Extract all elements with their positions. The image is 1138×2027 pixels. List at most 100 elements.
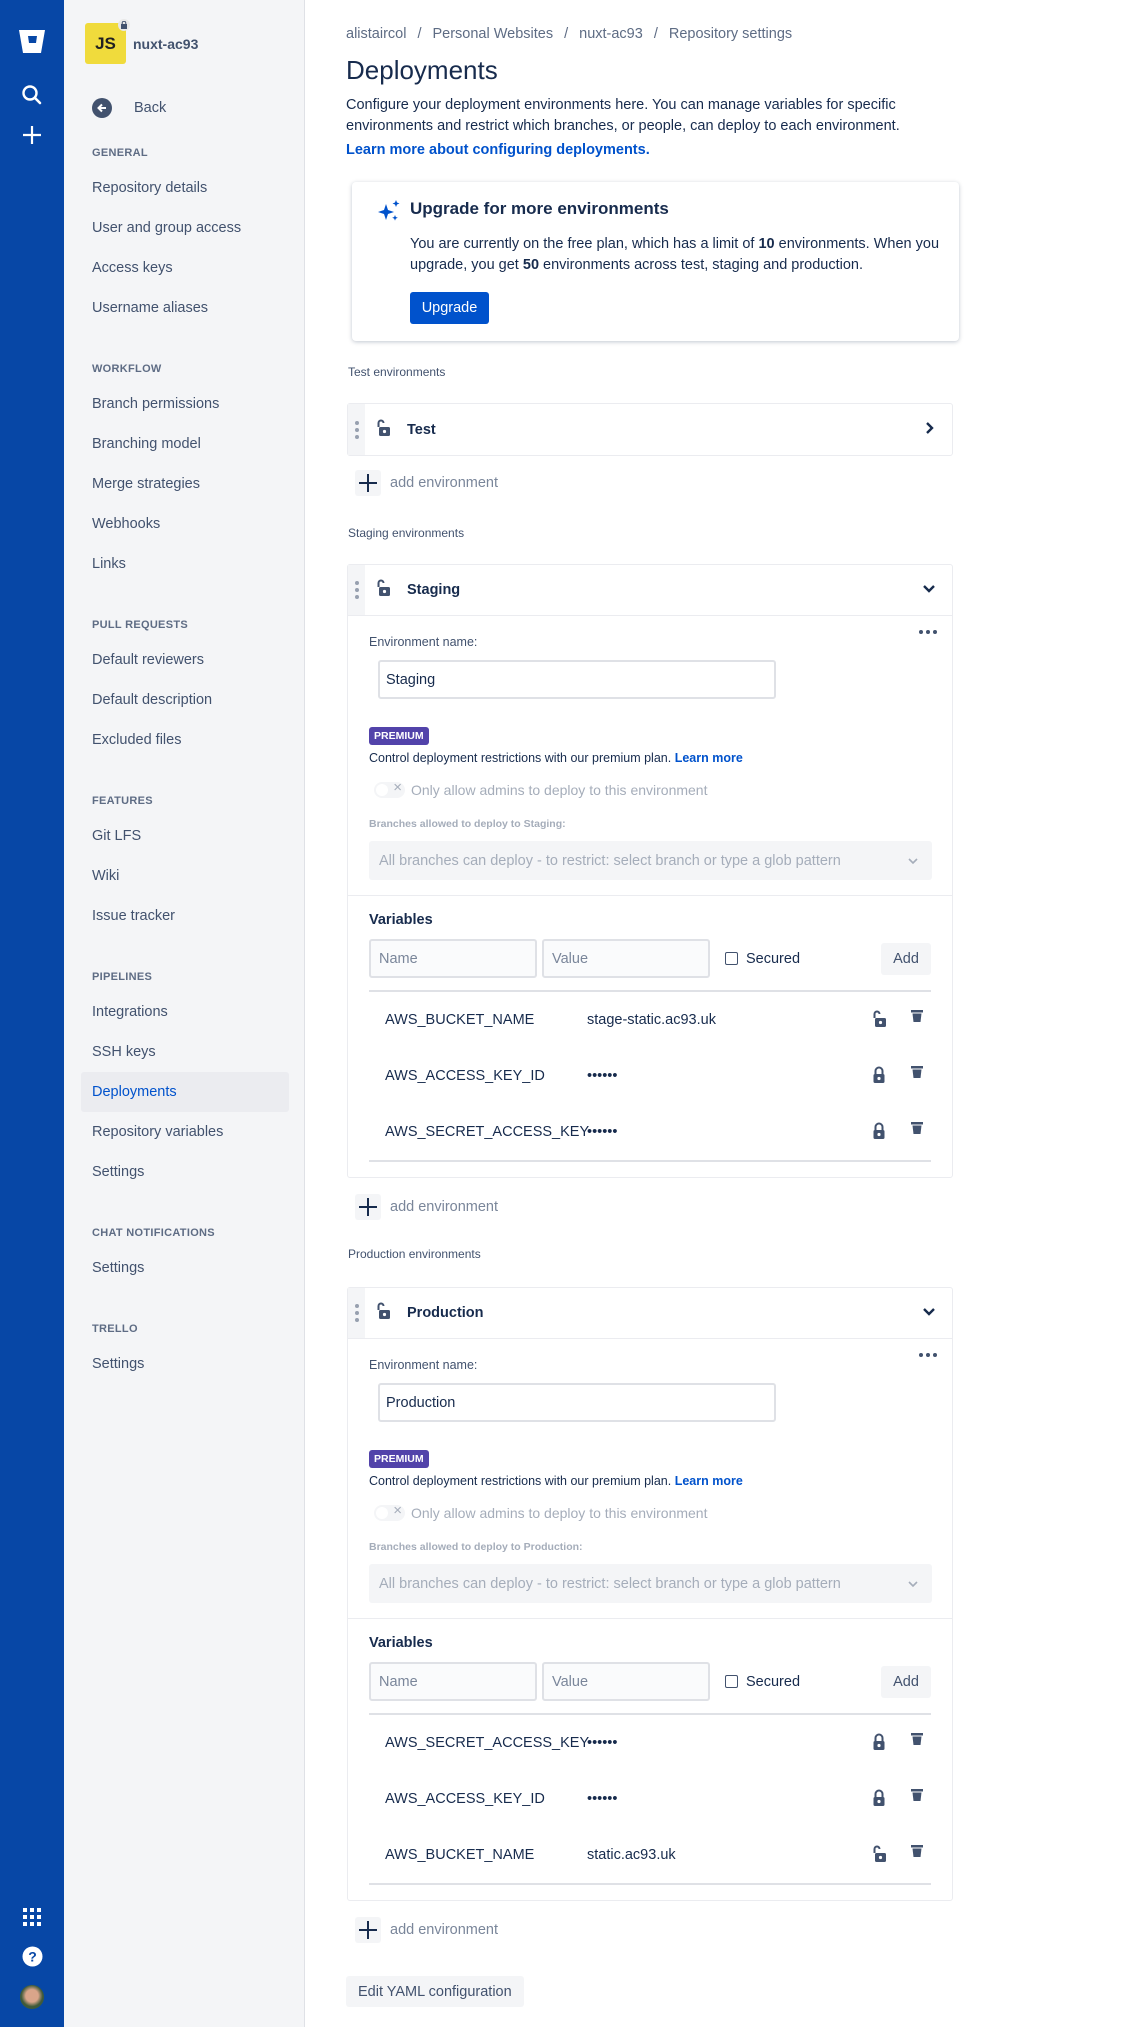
lock-icon[interactable] [871, 1122, 887, 1144]
nav-deployments[interactable]: Deployments [81, 1072, 289, 1112]
variable-row: AWS_BUCKET_NAME stage-static.ac93.uk [369, 992, 931, 1048]
nav-branching-model[interactable]: Branching model [81, 424, 289, 464]
nav-default-description[interactable]: Default description [81, 680, 289, 720]
help-icon[interactable]: ? [0, 1946, 64, 1967]
premium-badge: PREMIUM [369, 1450, 429, 1468]
premium-learn-more-link[interactable]: Learn more [675, 1474, 743, 1488]
nav-excluded-files[interactable]: Excluded files [81, 720, 289, 760]
environment-name-input[interactable] [378, 1383, 776, 1422]
nav-pipelines-settings[interactable]: Settings [81, 1152, 289, 1192]
environment-name: Test [407, 421, 436, 438]
nav-branch-permissions[interactable]: Branch permissions [81, 384, 289, 424]
search-icon[interactable] [0, 84, 64, 106]
learn-more-link[interactable]: Learn more about configuring deployments… [346, 142, 650, 158]
environment-panel-staging: Staging Environment name: PREMIUM Contro… [347, 564, 953, 1178]
nav-user-group-access[interactable]: User and group access [81, 208, 289, 248]
nav-chat-settings[interactable]: Settings [81, 1248, 289, 1288]
nav-webhooks[interactable]: Webhooks [81, 504, 289, 544]
nav-access-keys[interactable]: Access keys [81, 248, 289, 288]
chevron-right-icon[interactable] [924, 421, 936, 439]
secured-label: Secured [746, 1673, 801, 1690]
add-environment-label: add environment [390, 1922, 499, 1938]
environment-header[interactable]: Production [348, 1288, 952, 1339]
nav-wiki[interactable]: Wiki [81, 856, 289, 896]
trash-icon[interactable] [911, 1732, 923, 1750]
breadcrumb-item[interactable]: alistaircol [346, 26, 406, 42]
upgrade-text-3: environments across test, staging and pr… [539, 257, 864, 273]
nav-default-reviewers[interactable]: Default reviewers [81, 640, 289, 680]
branches-select[interactable]: All branches can deploy - to restrict: s… [369, 1564, 932, 1603]
nav-ssh-keys[interactable]: SSH keys [81, 1032, 289, 1072]
branches-select[interactable]: All branches can deploy - to restrict: s… [369, 841, 932, 880]
breadcrumb-item[interactable]: Repository settings [669, 26, 792, 42]
environment-name-label: Environment name: [369, 635, 478, 649]
nav-issue-tracker[interactable]: Issue tracker [81, 896, 289, 936]
variable-name: AWS_BUCKET_NAME [385, 1012, 535, 1028]
drag-handle[interactable] [348, 565, 365, 615]
chevron-down-icon[interactable] [922, 582, 936, 600]
variable-value: •••••• [587, 1124, 618, 1140]
variable-value: •••••• [587, 1791, 618, 1807]
environment-header[interactable]: Staging [348, 565, 952, 616]
add-environment-button[interactable]: add environment [355, 470, 956, 496]
variable-name-input[interactable] [369, 1662, 537, 1701]
add-variable-button[interactable]: Add [881, 1665, 931, 1698]
secured-checkbox[interactable]: Secured [725, 1674, 800, 1690]
secured-checkbox[interactable]: Secured [725, 951, 800, 967]
add-environment-button[interactable]: add environment [355, 1194, 956, 1220]
nav-merge-strategies[interactable]: Merge strategies [81, 464, 289, 504]
trash-icon[interactable] [911, 1121, 923, 1139]
edit-yaml-button[interactable]: Edit YAML configuration [346, 1976, 524, 2007]
repo-settings-sidebar: JS nuxt-ac93 Back GENERAL Repository det… [64, 0, 305, 2027]
bitbucket-logo[interactable] [0, 26, 64, 56]
breadcrumb-item[interactable]: Personal Websites [432, 26, 553, 42]
nav-links[interactable]: Links [81, 544, 289, 584]
variable-name-input[interactable] [369, 939, 537, 978]
variable-value-input[interactable] [542, 1662, 710, 1701]
trash-icon[interactable] [911, 1788, 923, 1806]
nav-git-lfs[interactable]: Git LFS [81, 816, 289, 856]
nav-repository-details[interactable]: Repository details [81, 168, 289, 208]
unlock-icon [375, 419, 391, 441]
environment-header[interactable]: Test [348, 404, 952, 455]
variable-row: AWS_ACCESS_KEY_ID •••••• [369, 1048, 931, 1104]
upgrade-button[interactable]: Upgrade [410, 292, 489, 324]
premium-badge: PREMIUM [369, 727, 429, 745]
admins-only-toggle[interactable] [374, 1502, 405, 1521]
drag-handle[interactable] [348, 404, 365, 455]
lock-icon[interactable] [871, 1789, 887, 1811]
lock-icon[interactable] [871, 1733, 887, 1755]
repo-header[interactable]: JS nuxt-ac93 [85, 19, 198, 64]
nav-repository-variables[interactable]: Repository variables [81, 1112, 289, 1152]
lock-icon[interactable] [871, 1066, 887, 1088]
environment-name-input[interactable] [378, 660, 776, 699]
repo-avatar-text: JS [95, 33, 116, 53]
add-environment-button[interactable]: add environment [355, 1917, 956, 1943]
add-variable-button[interactable]: Add [881, 942, 931, 975]
branches-label: Branches allowed to deploy to Staging: [369, 818, 566, 830]
user-avatar[interactable] [0, 1985, 64, 2009]
breadcrumb-item[interactable]: nuxt-ac93 [579, 26, 643, 42]
nav-section-features: FEATURES [92, 795, 153, 807]
nav-trello-settings[interactable]: Settings [81, 1344, 289, 1384]
create-plus-icon[interactable] [0, 125, 64, 145]
trash-icon[interactable] [911, 1009, 923, 1027]
more-options-icon[interactable] [919, 1353, 937, 1357]
premium-learn-more-link[interactable]: Learn more [675, 751, 743, 765]
upgraded-limit: 50 [522, 257, 540, 273]
trash-icon[interactable] [911, 1065, 923, 1083]
variable-value-input[interactable] [542, 939, 710, 978]
unlock-icon[interactable] [871, 1010, 887, 1032]
drag-handle[interactable] [348, 1288, 365, 1338]
nav-username-aliases[interactable]: Username aliases [81, 288, 289, 328]
app-switcher-icon[interactable] [0, 1908, 64, 1926]
breadcrumb: alistaircol / Personal Websites / nuxt-ac93/… [346, 26, 793, 42]
unlock-icon[interactable] [871, 1845, 887, 1867]
trash-icon[interactable] [911, 1844, 923, 1862]
more-options-icon[interactable] [919, 630, 937, 634]
admins-only-toggle[interactable] [374, 779, 405, 798]
variable-row: AWS_BUCKET_NAME static.ac93.uk [369, 1827, 931, 1883]
back-button[interactable]: Back [81, 88, 289, 128]
chevron-down-icon[interactable] [922, 1305, 936, 1323]
nav-integrations[interactable]: Integrations [81, 992, 289, 1032]
